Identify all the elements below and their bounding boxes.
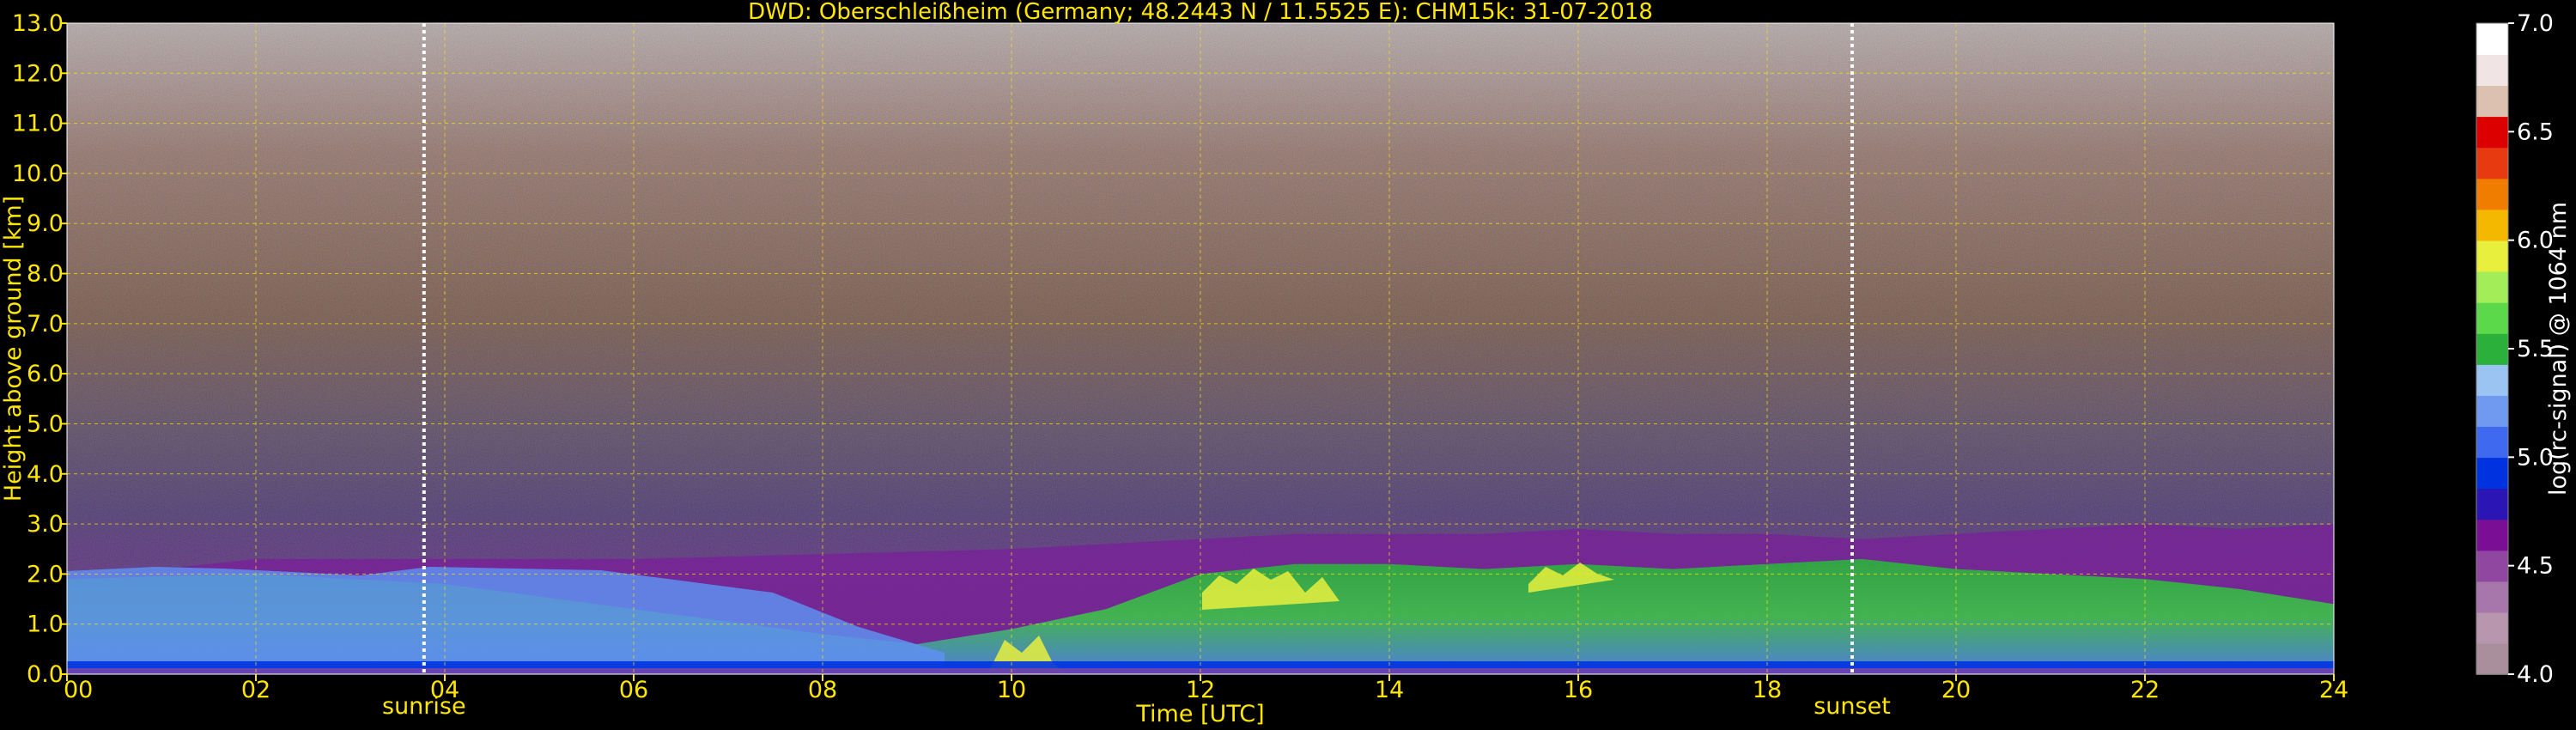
x-tick-label: 00: [64, 677, 93, 703]
colorbar-swatch: [2476, 85, 2508, 118]
y-tick-label: 8.0: [27, 261, 64, 288]
colorbar-tick-label: 7.0: [2517, 10, 2554, 37]
colorbar-swatch: [2476, 611, 2508, 644]
colorbar-swatch: [2476, 301, 2508, 334]
colorbar-swatch: [2476, 23, 2508, 55]
x-tick-label: 22: [2130, 677, 2160, 703]
x-tick-label: 24: [2319, 677, 2348, 703]
colorbar-swatch: [2476, 364, 2508, 396]
colorbar-swatch: [2476, 116, 2508, 149]
sunset-label: sunset: [1814, 693, 1891, 720]
colorbar-swatch: [2476, 581, 2508, 613]
colorbar-swatch: [2476, 457, 2508, 490]
x-axis-label: Time [UTC]: [1135, 701, 1264, 727]
y-tick-label: 7.0: [27, 311, 64, 338]
colorbar-swatch: [2476, 271, 2508, 303]
x-tick-label: 02: [241, 677, 270, 703]
y-tick-label: 3.0: [27, 511, 64, 538]
y-tick-label: 13.0: [12, 10, 64, 37]
colorbar-tick-label: 4.5: [2517, 553, 2554, 580]
colorbar-swatch: [2476, 178, 2508, 210]
colorbar-swatch: [2476, 488, 2508, 520]
colorbar-swatch: [2476, 147, 2508, 179]
y-tick-label: 4.0: [27, 461, 64, 488]
colorbar-swatch: [2476, 519, 2508, 551]
colorbar-swatch: [2476, 240, 2508, 272]
y-tick-label: 12.0: [12, 60, 64, 87]
x-tick-label: 16: [1564, 677, 1593, 703]
x-tick-label: 10: [997, 677, 1026, 703]
x-tick-label: 14: [1375, 677, 1404, 703]
y-tick-label: 0.0: [27, 661, 64, 688]
y-tick-label: 1.0: [27, 611, 64, 638]
colorbar-swatch: [2476, 333, 2508, 365]
colorbar-swatch: [2476, 395, 2508, 427]
y-tick-label: 11.0: [12, 111, 64, 137]
ceilometer-chart: sunrise sunset 00 02 04 06 08 10 12 14 16 18 20 22 24…: [0, 0, 2572, 727]
x-tick-label: 08: [808, 677, 837, 703]
y-tick-label: 2.0: [27, 561, 64, 587]
y-tick-label: 10.0: [12, 161, 64, 187]
colorbar-swatch: [2476, 642, 2508, 675]
x-tick-label: 20: [1941, 677, 1971, 703]
colorbar-swatch: [2476, 209, 2508, 241]
colorbar-swatch: [2476, 550, 2508, 582]
y-axis-label: Height above ground [km]: [0, 196, 27, 502]
colorbar-tick-label: 4.0: [2517, 661, 2554, 688]
x-tick-label: 04: [430, 677, 459, 703]
colorbar: 4.04.55.05.56.06.57.0: [2476, 10, 2554, 688]
y-tick-label: 5.0: [27, 411, 64, 437]
x-tick-label: 12: [1186, 677, 1215, 703]
x-tick-label: 18: [1753, 677, 1782, 703]
y-tick-label: 6.0: [27, 361, 64, 387]
colorbar-tick-label: 6.5: [2517, 119, 2554, 145]
x-tick-label: 06: [619, 677, 648, 703]
y-tick-label: 9.0: [27, 210, 64, 237]
chart-title: DWD: Oberschleißheim (Germany; 48.2443 N…: [748, 0, 1653, 25]
colorbar-label: log(rc-signal) @ 1064 nm: [2545, 202, 2572, 496]
colorbar-swatch: [2476, 426, 2508, 459]
colorbar-swatch: [2476, 54, 2508, 86]
